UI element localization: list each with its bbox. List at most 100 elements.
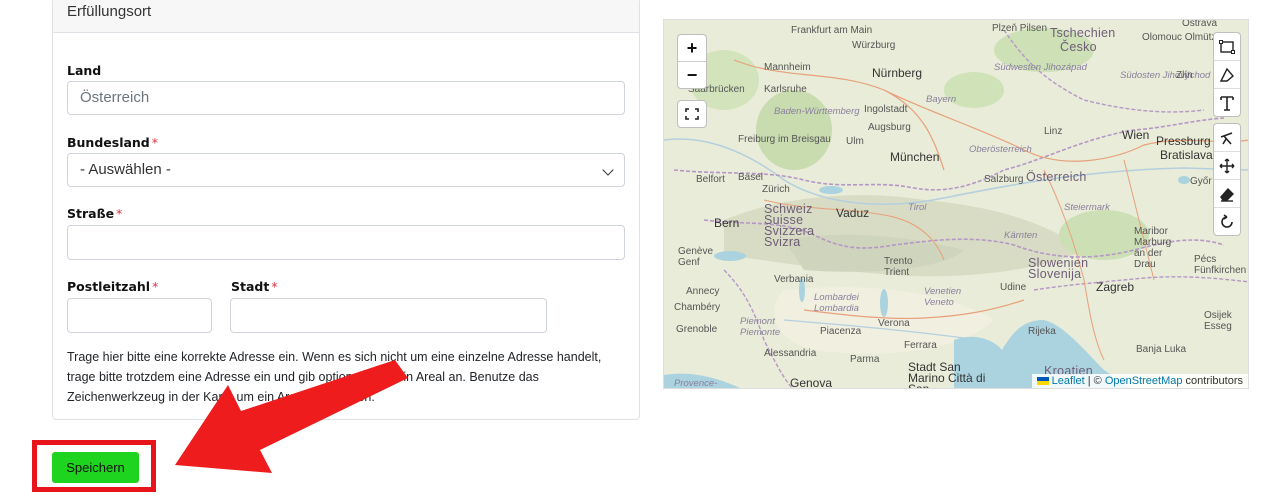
cut-button[interactable] — [1214, 124, 1240, 151]
erase-button[interactable] — [1214, 179, 1240, 207]
map-label: Piemont Piemonte — [740, 316, 781, 338]
rotate-button[interactable] — [1214, 207, 1240, 235]
map-label: Plzeň Pilsen — [992, 23, 1048, 34]
map-label: Vaduz — [836, 206, 870, 220]
map-label: Osijek Esseg — [1204, 310, 1232, 332]
drag-button[interactable] — [1214, 151, 1240, 179]
rotate-icon — [1221, 213, 1233, 228]
fullscreen-icon — [685, 108, 699, 120]
cut-icon — [1220, 131, 1233, 145]
map-label: Annecy — [686, 286, 720, 297]
map-label: Piacenza — [820, 326, 862, 337]
map-label: Ostrava — [1182, 19, 1218, 29]
draw-polygon-button[interactable] — [1214, 60, 1240, 88]
map-label: Venetien Veneto — [924, 286, 962, 308]
map-label: Mannheim — [764, 62, 811, 73]
map-label: Kärnten — [1004, 230, 1038, 241]
map-label: Provence- — [674, 378, 718, 389]
map-attribution: Leaflet | © OpenStreetMap contributors — [1031, 374, 1248, 388]
required-marker: * — [152, 279, 159, 294]
map-label: Südwesten Jihozápad — [994, 62, 1087, 73]
map-label: Olomouc Olmütz — [1142, 32, 1217, 43]
fullscreen-button[interactable] — [677, 100, 707, 128]
map-label: Verbania — [774, 274, 814, 285]
map-label: Udine — [1000, 282, 1027, 293]
required-marker: * — [271, 279, 278, 294]
map-label: Österreich — [1026, 170, 1087, 184]
bundesland-label: Bundesland * — [67, 135, 159, 150]
draw-toolbar — [1213, 32, 1241, 242]
map-label: Bayern — [926, 94, 957, 105]
add-text-button[interactable] — [1214, 88, 1240, 116]
map-label: Augsburg — [868, 122, 911, 133]
map-label: Genova — [790, 376, 833, 389]
zoom-control: + − — [677, 34, 707, 89]
map-label: Wien — [1122, 128, 1150, 142]
map-label: Zürich — [762, 184, 790, 195]
map-label: Zagreb — [1096, 280, 1135, 294]
osm-link[interactable]: OpenStreetMap — [1105, 375, 1183, 387]
plz-label: Postleitzahl * — [67, 279, 159, 294]
map-label: Parma — [850, 354, 880, 365]
text-icon — [1220, 95, 1234, 111]
map-label: Pécs Fünfkirchen — [1194, 254, 1247, 276]
map-label: Grenoble — [676, 324, 718, 335]
attribution-suffix: contributors — [1182, 375, 1243, 387]
map-label: Steiermark — [1064, 202, 1110, 213]
strasse-input[interactable] — [67, 225, 625, 260]
draw-rectangle-button[interactable] — [1214, 33, 1240, 60]
map-label: Verona — [878, 318, 910, 329]
attribution-separator: | © — [1084, 375, 1105, 387]
map-label: Salzburg — [984, 174, 1024, 185]
map-label: Baden-Württemberg — [774, 106, 860, 117]
map-label: Ferrara — [904, 340, 937, 351]
map-label: Nürnberg — [872, 66, 923, 80]
map-label: Pressburg — [1156, 134, 1211, 148]
map-label: Karlsruhe — [764, 84, 807, 95]
ukraine-flag-icon — [1036, 377, 1049, 385]
stadt-input[interactable] — [230, 298, 547, 333]
map-label: Basel — [738, 172, 764, 183]
map-label: Ingolstadt — [864, 104, 908, 115]
strasse-label: Straße * — [67, 206, 123, 221]
land-label: Land — [67, 63, 102, 78]
map-label: Zlín — [1176, 70, 1193, 81]
map-label: Lombardei Lombardia — [814, 292, 859, 314]
map-label: Bratislava — [1160, 148, 1213, 162]
annotation-arrow — [175, 360, 408, 473]
map-label: Rijeka — [1028, 326, 1056, 337]
map-label: Schweiz Suisse Svizzera Svizra — [764, 202, 815, 249]
map-label: Bern — [714, 216, 740, 230]
zoom-out-button[interactable]: − — [678, 61, 706, 88]
map-label: Trento Trient — [884, 256, 913, 278]
bundesland-select[interactable]: - Auswählen - — [67, 153, 625, 187]
map-label: Stadt San Marino Città di San — [908, 360, 986, 389]
zoom-in-button[interactable]: + — [678, 35, 706, 61]
rectangle-icon — [1219, 39, 1235, 54]
annotation-highlight-box — [32, 440, 156, 492]
map-label: München — [890, 150, 940, 164]
map[interactable]: Frankfurt am Main Würzburg Plzeň Pilsen … — [663, 19, 1249, 389]
map-label: Frankfurt am Main — [791, 25, 873, 36]
required-marker: * — [116, 206, 123, 221]
map-label: Linz — [1044, 126, 1063, 137]
map-label: Česko — [1060, 40, 1097, 54]
chevron-down-icon — [602, 164, 614, 176]
map-label: Belfort — [696, 174, 725, 185]
leaflet-link[interactable]: Leaflet — [1052, 375, 1085, 387]
map-label: Oberösterreich — [969, 144, 1032, 155]
land-input[interactable]: Österreich — [67, 81, 625, 115]
map-label: Chambéry — [674, 302, 721, 313]
map-label: Südosten Jihovýchod — [1120, 70, 1211, 81]
required-marker: * — [151, 135, 159, 150]
map-label: Genève Genf — [678, 246, 714, 268]
map-label: Alessandria — [764, 348, 817, 359]
stadt-label: Stadt * — [231, 279, 278, 294]
map-label: Ulm — [846, 136, 864, 147]
move-icon — [1219, 158, 1235, 173]
plz-input[interactable] — [67, 298, 212, 333]
map-label: Maribor Marburg an der Drau — [1134, 226, 1172, 270]
polygon-icon — [1219, 67, 1234, 82]
eraser-icon — [1220, 187, 1234, 202]
map-label: Freiburg im Breisgau — [738, 134, 831, 145]
